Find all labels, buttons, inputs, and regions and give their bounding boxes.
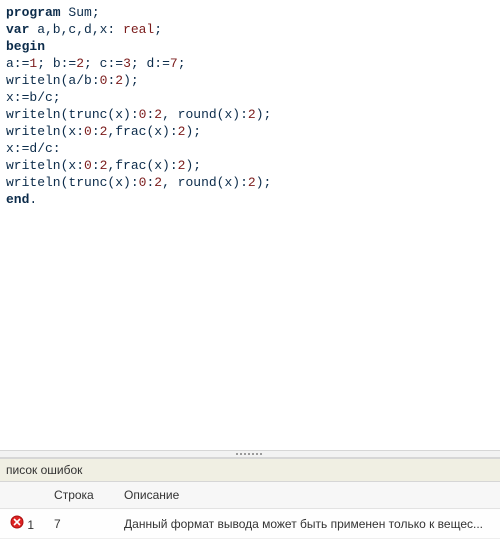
code-token: x:=b/c; [6,90,61,105]
code-line[interactable]: a:=1; b:=2; c:=3; d:=7; [6,55,494,72]
code-token: 7 [170,56,178,71]
code-token: : [92,158,100,173]
panel-splitter[interactable] [0,450,500,458]
code-token: 2 [115,73,123,88]
code-token: ); [123,73,139,88]
code-token: 2 [154,107,162,122]
code-line[interactable]: x:=d/c: [6,140,494,157]
error-row[interactable]: 17Данный формат вывода может быть примен… [0,509,500,539]
code-token: ); [256,107,272,122]
code-token: 0 [84,124,92,139]
error-icon [10,515,24,529]
col-header-desc[interactable]: Описание [114,482,500,509]
code-token: writeln(a/b: [6,73,100,88]
code-token: ); [185,158,201,173]
code-token: program [6,5,61,20]
code-token: writeln(trunc(x): [6,175,139,190]
code-line[interactable]: end. [6,191,494,208]
code-token: writeln(trunc(x): [6,107,139,122]
code-token: a,b,c,d,x: [29,22,123,37]
code-token: . [29,192,37,207]
code-token: writeln(x: [6,124,84,139]
code-token: ); [185,124,201,139]
code-line[interactable]: x:=b/c; [6,89,494,106]
code-line[interactable]: program Sum; [6,4,494,21]
code-token: a:= [6,56,29,71]
error-panel-title: писок ошибок [0,458,500,482]
error-header-row: Строка Описание [0,482,500,509]
col-header-line[interactable]: Строка [44,482,114,509]
code-token: 2 [248,175,256,190]
code-token: end [6,192,29,207]
code-token: 0 [84,158,92,173]
code-token: : [92,124,100,139]
code-token: ; [178,56,186,71]
error-description: Данный формат вывода может быть применен… [114,509,500,539]
code-token: 2 [154,175,162,190]
grip-icon [236,453,264,455]
code-token: ,frac(x): [107,124,177,139]
code-token: writeln(x: [6,158,84,173]
code-token: , round(x): [162,107,248,122]
code-token: ); [256,175,272,190]
code-token: ,frac(x): [107,158,177,173]
code-token: ; [154,22,162,37]
code-line[interactable]: writeln(trunc(x):0:2, round(x):2); [6,174,494,191]
code-token: x:=d/c: [6,141,61,156]
code-line[interactable]: writeln(x:0:2,frac(x):2); [6,157,494,174]
code-token: ; d:= [131,56,170,71]
code-token: real [123,22,154,37]
code-token: Sum; [61,5,100,20]
code-line[interactable]: writeln(x:0:2,frac(x):2); [6,123,494,140]
error-index: 1 [27,518,34,532]
code-token: , round(x): [162,175,248,190]
code-token: begin [6,39,45,54]
code-editor[interactable]: program Sum;var a,b,c,d,x: real;begina:=… [0,0,500,450]
error-line: 7 [44,509,114,539]
code-line[interactable]: writeln(a/b:0:2); [6,72,494,89]
code-token: 3 [123,56,131,71]
code-token: var [6,22,29,37]
code-line[interactable]: writeln(trunc(x):0:2, round(x):2); [6,106,494,123]
code-token: ; c:= [84,56,123,71]
code-token: 2 [76,56,84,71]
code-line[interactable]: begin [6,38,494,55]
error-list: Строка Описание 17Данный формат вывода м… [0,482,500,539]
code-token: ; b:= [37,56,76,71]
code-line[interactable]: var a,b,c,d,x: real; [6,21,494,38]
code-token: 2 [248,107,256,122]
